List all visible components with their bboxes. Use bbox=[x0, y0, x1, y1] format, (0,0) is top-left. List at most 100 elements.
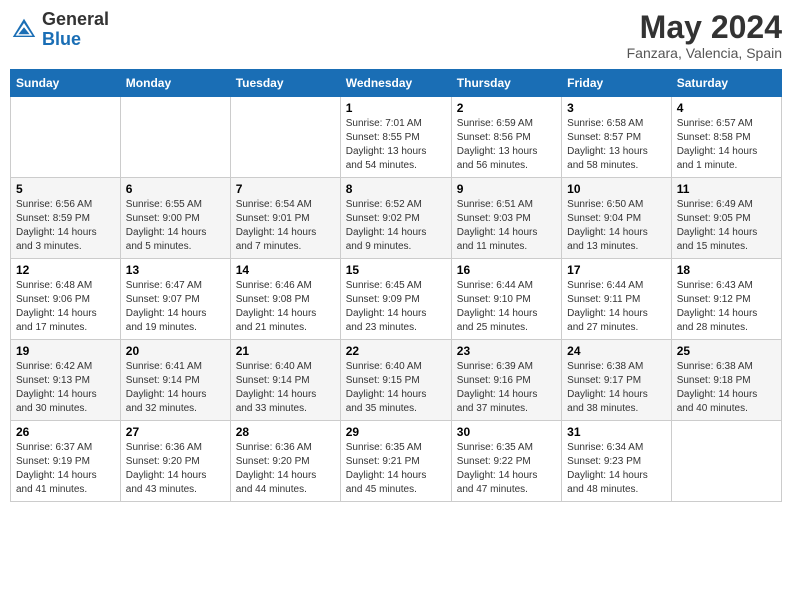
calendar-cell: 28 Sunrise: 6:36 AMSunset: 9:20 PMDayligh… bbox=[230, 421, 340, 502]
day-info: Sunrise: 6:47 AMSunset: 9:07 PMDaylight:… bbox=[126, 279, 225, 335]
calendar-cell: 30Sunrise: 6:35 AMSunset: 9:22 PMDayligh… bbox=[451, 421, 561, 502]
calendar-week-row: 5 Sunrise: 6:56 AMSunset: 8:59 PMDaylight… bbox=[11, 178, 782, 259]
day-number: 14 bbox=[236, 263, 335, 277]
day-info: Sunrise: 7:01 AMSunset: 8:55 PMDaylight:… bbox=[346, 117, 446, 173]
day-number: 20 bbox=[126, 344, 225, 358]
day-info: Sunrise: 6:46 AMSunset: 9:08 PMDaylight:… bbox=[236, 279, 335, 335]
day-number: 17 bbox=[567, 263, 666, 277]
day-number: 2 bbox=[457, 101, 556, 115]
title-block: May 2024 Fanzara, Valencia, Spain bbox=[627, 10, 782, 61]
calendar-week-row: 1Sunrise: 7:01 AMSunset: 8:55 PMDaylight… bbox=[11, 97, 782, 178]
day-info: Sunrise: 6:44 AMSunset: 9:11 PMDaylight:… bbox=[567, 279, 666, 335]
calendar-cell: 1Sunrise: 7:01 AMSunset: 8:55 PMDaylight… bbox=[340, 97, 451, 178]
col-saturday: Saturday bbox=[671, 70, 781, 97]
calendar-cell bbox=[11, 97, 121, 178]
calendar-week-row: 19Sunrise: 6:42 AMSunset: 9:13 PMDayligh… bbox=[11, 340, 782, 421]
col-thursday: Thursday bbox=[451, 70, 561, 97]
day-number: 4 bbox=[677, 101, 776, 115]
day-info: Sunrise: 6:40 AMSunset: 9:14 PMDaylight:… bbox=[236, 360, 335, 416]
day-number: 15 bbox=[346, 263, 446, 277]
calendar-week-row: 12Sunrise: 6:48 AMSunset: 9:06 PMDayligh… bbox=[11, 259, 782, 340]
calendar-cell: 26 Sunrise: 6:37 AMSunset: 9:19 PMDayligh… bbox=[11, 421, 121, 502]
calendar-cell: 12Sunrise: 6:48 AMSunset: 9:06 PMDayligh… bbox=[11, 259, 121, 340]
day-number: 31 bbox=[567, 425, 666, 439]
day-number: 22 bbox=[346, 344, 446, 358]
day-info: Sunrise: 6:44 AMSunset: 9:10 PMDaylight:… bbox=[457, 279, 556, 335]
day-number: 29 bbox=[346, 425, 446, 439]
day-info: Sunrise: 6:54 AMSunset: 9:01 PMDaylight:… bbox=[236, 198, 335, 254]
col-friday: Friday bbox=[562, 70, 672, 97]
calendar-cell: 17 Sunrise: 6:44 AMSunset: 9:11 PMDayligh… bbox=[562, 259, 672, 340]
calendar-cell: 14 Sunrise: 6:46 AMSunset: 9:08 PMDayligh… bbox=[230, 259, 340, 340]
calendar-cell: 25 Sunrise: 6:38 AMSunset: 9:18 PMDayligh… bbox=[671, 340, 781, 421]
calendar-cell: 24 Sunrise: 6:38 AMSunset: 9:17 PMDayligh… bbox=[562, 340, 672, 421]
calendar-cell bbox=[230, 97, 340, 178]
day-info: Sunrise: 6:35 AMSunset: 9:21 PMDaylight:… bbox=[346, 441, 446, 497]
calendar-cell: 20 Sunrise: 6:41 AMSunset: 9:14 PMDayligh… bbox=[120, 340, 230, 421]
day-number: 24 bbox=[567, 344, 666, 358]
calendar-cell: 21 Sunrise: 6:40 AMSunset: 9:14 PMDayligh… bbox=[230, 340, 340, 421]
day-number: 7 bbox=[236, 182, 335, 196]
day-number: 18 bbox=[677, 263, 776, 277]
day-number: 13 bbox=[126, 263, 225, 277]
calendar-cell: 16 Sunrise: 6:44 AMSunset: 9:10 PMDayligh… bbox=[451, 259, 561, 340]
day-number: 16 bbox=[457, 263, 556, 277]
day-number: 8 bbox=[346, 182, 446, 196]
day-info: Sunrise: 6:36 AMSunset: 9:20 PMDaylight:… bbox=[126, 441, 225, 497]
calendar-week-row: 26 Sunrise: 6:37 AMSunset: 9:19 PMDayligh… bbox=[11, 421, 782, 502]
day-info: Sunrise: 6:45 AMSunset: 9:09 PMDaylight:… bbox=[346, 279, 446, 335]
calendar-header-row: Sunday Monday Tuesday Wednesday Thursday… bbox=[11, 70, 782, 97]
calendar-cell: 27 Sunrise: 6:36 AMSunset: 9:20 PMDayligh… bbox=[120, 421, 230, 502]
day-number: 9 bbox=[457, 182, 556, 196]
day-info: Sunrise: 6:55 AMSunset: 9:00 PMDaylight:… bbox=[126, 198, 225, 254]
col-sunday: Sunday bbox=[11, 70, 121, 97]
day-number: 3 bbox=[567, 101, 666, 115]
calendar-cell: 5 Sunrise: 6:56 AMSunset: 8:59 PMDaylight… bbox=[11, 178, 121, 259]
calendar-cell: 13 Sunrise: 6:47 AMSunset: 9:07 PMDayligh… bbox=[120, 259, 230, 340]
day-number: 11 bbox=[677, 182, 776, 196]
day-info: Sunrise: 6:35 AMSunset: 9:22 PMDaylight:… bbox=[457, 441, 556, 497]
page-header: General Blue May 2024 Fanzara, Valencia,… bbox=[10, 10, 782, 61]
day-number: 28 bbox=[236, 425, 335, 439]
calendar-cell: 11Sunrise: 6:49 AMSunset: 9:05 PMDayligh… bbox=[671, 178, 781, 259]
day-number: 26 bbox=[16, 425, 115, 439]
calendar-cell: 31 Sunrise: 6:34 AMSunset: 9:23 PMDayligh… bbox=[562, 421, 672, 502]
day-info: Sunrise: 6:37 AMSunset: 9:19 PMDaylight:… bbox=[16, 441, 115, 497]
calendar-cell: 8 Sunrise: 6:52 AMSunset: 9:02 PMDaylight… bbox=[340, 178, 451, 259]
calendar-cell: 22 Sunrise: 6:40 AMSunset: 9:15 PMDayligh… bbox=[340, 340, 451, 421]
day-info: Sunrise: 6:56 AMSunset: 8:59 PMDaylight:… bbox=[16, 198, 115, 254]
calendar-cell: 4 Sunrise: 6:57 AMSunset: 8:58 PMDaylight… bbox=[671, 97, 781, 178]
col-wednesday: Wednesday bbox=[340, 70, 451, 97]
calendar-cell: 18Sunrise: 6:43 AMSunset: 9:12 PMDayligh… bbox=[671, 259, 781, 340]
calendar-cell bbox=[120, 97, 230, 178]
calendar-cell: 15 Sunrise: 6:45 AMSunset: 9:09 PMDayligh… bbox=[340, 259, 451, 340]
logo-general-text: General bbox=[42, 9, 109, 29]
day-number: 21 bbox=[236, 344, 335, 358]
day-info: Sunrise: 6:58 AMSunset: 8:57 PMDaylight:… bbox=[567, 117, 666, 173]
day-info: Sunrise: 6:38 AMSunset: 9:17 PMDaylight:… bbox=[567, 360, 666, 416]
day-info: Sunrise: 6:52 AMSunset: 9:02 PMDaylight:… bbox=[346, 198, 446, 254]
day-number: 5 bbox=[16, 182, 115, 196]
calendar-cell: 10Sunrise: 6:50 AMSunset: 9:04 PMDayligh… bbox=[562, 178, 672, 259]
calendar-cell: 29 Sunrise: 6:35 AMSunset: 9:21 PMDayligh… bbox=[340, 421, 451, 502]
day-info: Sunrise: 6:38 AMSunset: 9:18 PMDaylight:… bbox=[677, 360, 776, 416]
day-number: 6 bbox=[126, 182, 225, 196]
day-info: Sunrise: 6:40 AMSunset: 9:15 PMDaylight:… bbox=[346, 360, 446, 416]
day-info: Sunrise: 6:36 AMSunset: 9:20 PMDaylight:… bbox=[236, 441, 335, 497]
calendar-cell: 7 Sunrise: 6:54 AMSunset: 9:01 PMDaylight… bbox=[230, 178, 340, 259]
day-number: 12 bbox=[16, 263, 115, 277]
day-info: Sunrise: 6:41 AMSunset: 9:14 PMDaylight:… bbox=[126, 360, 225, 416]
calendar-cell: 2 Sunrise: 6:59 AMSunset: 8:56 PMDaylight… bbox=[451, 97, 561, 178]
day-info: Sunrise: 6:59 AMSunset: 8:56 PMDaylight:… bbox=[457, 117, 556, 173]
day-number: 19 bbox=[16, 344, 115, 358]
day-number: 25 bbox=[677, 344, 776, 358]
day-info: Sunrise: 6:50 AMSunset: 9:04 PMDaylight:… bbox=[567, 198, 666, 254]
calendar-cell: 6 Sunrise: 6:55 AMSunset: 9:00 PMDaylight… bbox=[120, 178, 230, 259]
day-number: 27 bbox=[126, 425, 225, 439]
day-number: 23 bbox=[457, 344, 556, 358]
day-info: Sunrise: 6:57 AMSunset: 8:58 PMDaylight:… bbox=[677, 117, 776, 173]
month-year-title: May 2024 bbox=[627, 10, 782, 45]
day-info: Sunrise: 6:51 AMSunset: 9:03 PMDaylight:… bbox=[457, 198, 556, 254]
day-info: Sunrise: 6:34 AMSunset: 9:23 PMDaylight:… bbox=[567, 441, 666, 497]
calendar-cell: 3 Sunrise: 6:58 AMSunset: 8:57 PMDaylight… bbox=[562, 97, 672, 178]
